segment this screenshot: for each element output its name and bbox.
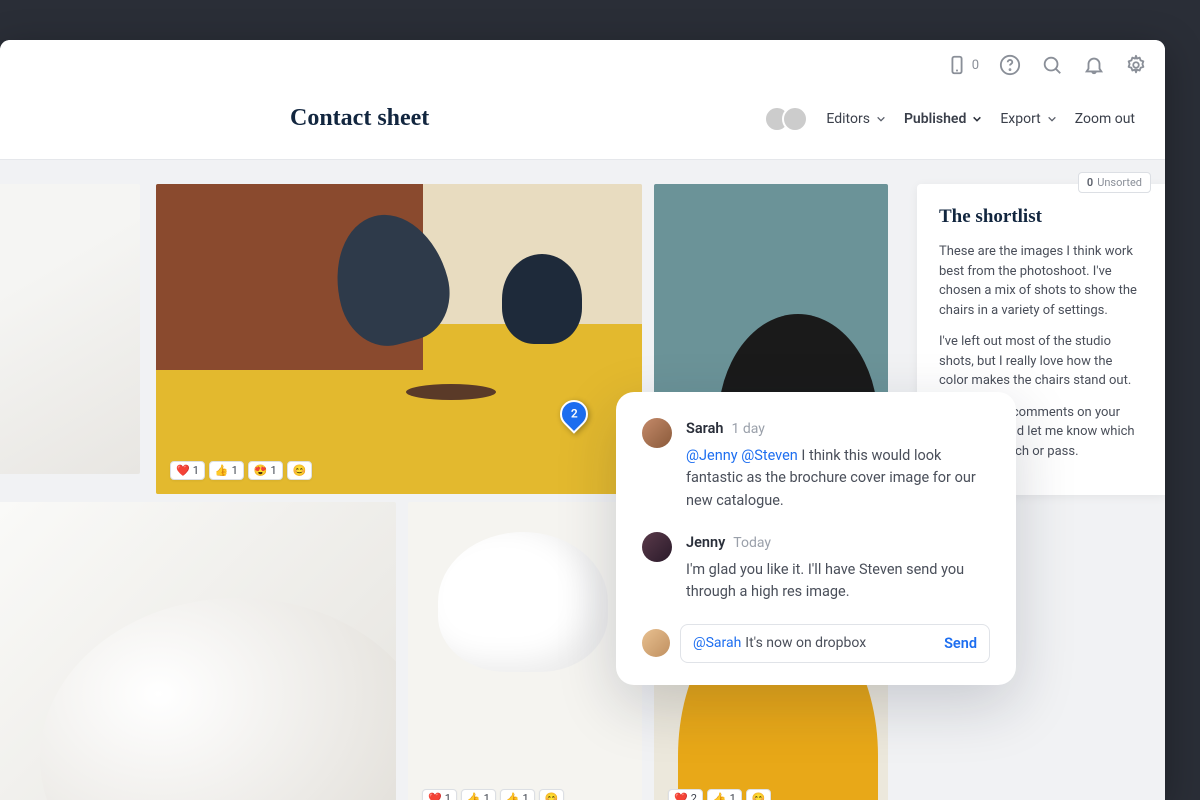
avatar bbox=[782, 106, 808, 132]
avatar bbox=[642, 532, 672, 562]
canvas[interactable]: ❤️1 👍1 😍1 😊 ❤️1 👍1 👍1 😊 ❤️2 bbox=[0, 160, 1165, 800]
image-tile[interactable] bbox=[0, 184, 140, 474]
unsorted-badge[interactable]: 0Unsorted bbox=[1078, 172, 1151, 193]
gear-icon[interactable] bbox=[1125, 54, 1147, 76]
image-tile[interactable]: ❤️1 👍1 👍1 😊 bbox=[408, 502, 642, 800]
app-window: 0 Contact sheet Editors Published Export… bbox=[0, 40, 1165, 800]
editors-dropdown[interactable]: Editors bbox=[826, 111, 886, 127]
reaction-bar: ❤️2 👍1 😊 bbox=[668, 789, 771, 800]
add-reaction-button[interactable]: 😊 bbox=[539, 789, 565, 800]
image-tile-main[interactable]: ❤️1 👍1 😍1 😊 bbox=[156, 184, 642, 494]
editor-avatars[interactable] bbox=[772, 106, 808, 132]
comment-author: Jenny bbox=[686, 534, 725, 551]
help-icon[interactable] bbox=[999, 54, 1021, 76]
reaction-chip[interactable]: 👍1 bbox=[209, 461, 244, 480]
top-toolbar: 0 bbox=[946, 54, 1147, 76]
comment-composer: @Sarah It's now on dropbox Send bbox=[642, 624, 990, 663]
export-label: Export bbox=[1000, 111, 1040, 127]
chevron-down-icon bbox=[1047, 114, 1057, 124]
page-title: Contact sheet bbox=[290, 105, 754, 132]
mention[interactable]: @Jenny bbox=[686, 447, 738, 464]
comment-popover: Sarah 1 day @Jenny @Steven I think this w… bbox=[616, 392, 1016, 685]
comment-time: Today bbox=[733, 535, 771, 551]
reaction-chip[interactable]: ❤️1 bbox=[422, 789, 457, 800]
mobile-preview-button[interactable]: 0 bbox=[946, 54, 979, 76]
comment-text: I'm glad you like it. I'll have Steven s… bbox=[686, 559, 990, 604]
export-dropdown[interactable]: Export bbox=[1000, 111, 1056, 127]
published-dropdown[interactable]: Published bbox=[904, 111, 982, 127]
mention[interactable]: @Steven bbox=[741, 447, 798, 464]
reaction-chip[interactable]: 👍1 bbox=[500, 789, 535, 800]
mobile-count: 0 bbox=[972, 58, 979, 73]
chevron-down-icon bbox=[972, 114, 982, 124]
comment-time: 1 day bbox=[732, 421, 765, 437]
shortlist-paragraph: These are the images I think work best f… bbox=[939, 242, 1143, 320]
comment: Sarah 1 day @Jenny @Steven I think this w… bbox=[642, 418, 990, 512]
editors-label: Editors bbox=[826, 111, 870, 127]
reaction-chip[interactable]: ❤️2 bbox=[668, 789, 703, 800]
search-icon[interactable] bbox=[1041, 54, 1063, 76]
mention: @Sarah bbox=[693, 635, 741, 651]
comment-text: @Jenny @Steven I think this would look f… bbox=[686, 445, 990, 512]
image-tile[interactable] bbox=[0, 502, 396, 800]
zoom-out-label: Zoom out bbox=[1075, 111, 1135, 127]
shortlist-title: The shortlist bbox=[939, 206, 1143, 228]
reaction-bar: ❤️1 👍1 😍1 😊 bbox=[170, 461, 312, 480]
comment: Jenny Today I'm glad you like it. I'll ha… bbox=[642, 532, 990, 604]
avatar bbox=[642, 418, 672, 448]
avatar bbox=[642, 629, 670, 657]
add-reaction-button[interactable]: 😊 bbox=[287, 461, 313, 480]
mobile-icon bbox=[946, 54, 968, 76]
reaction-bar: ❤️1 👍1 👍1 😊 bbox=[422, 789, 564, 800]
send-button[interactable]: Send bbox=[944, 635, 977, 652]
reaction-chip[interactable]: 😍1 bbox=[248, 461, 283, 480]
comment-author: Sarah bbox=[686, 420, 724, 437]
chevron-down-icon bbox=[876, 114, 886, 124]
shortlist-paragraph: I've left out most of the studio shots, … bbox=[939, 332, 1143, 391]
published-label: Published bbox=[904, 111, 966, 127]
comment-input[interactable]: @Sarah It's now on dropbox Send bbox=[680, 624, 990, 663]
bell-icon[interactable] bbox=[1083, 54, 1105, 76]
reaction-chip[interactable]: 👍1 bbox=[461, 789, 496, 800]
reaction-chip[interactable]: ❤️1 bbox=[170, 461, 205, 480]
zoom-out-button[interactable]: Zoom out bbox=[1075, 111, 1135, 127]
add-reaction-button[interactable]: 😊 bbox=[746, 789, 772, 800]
reaction-chip[interactable]: 👍1 bbox=[707, 789, 742, 800]
